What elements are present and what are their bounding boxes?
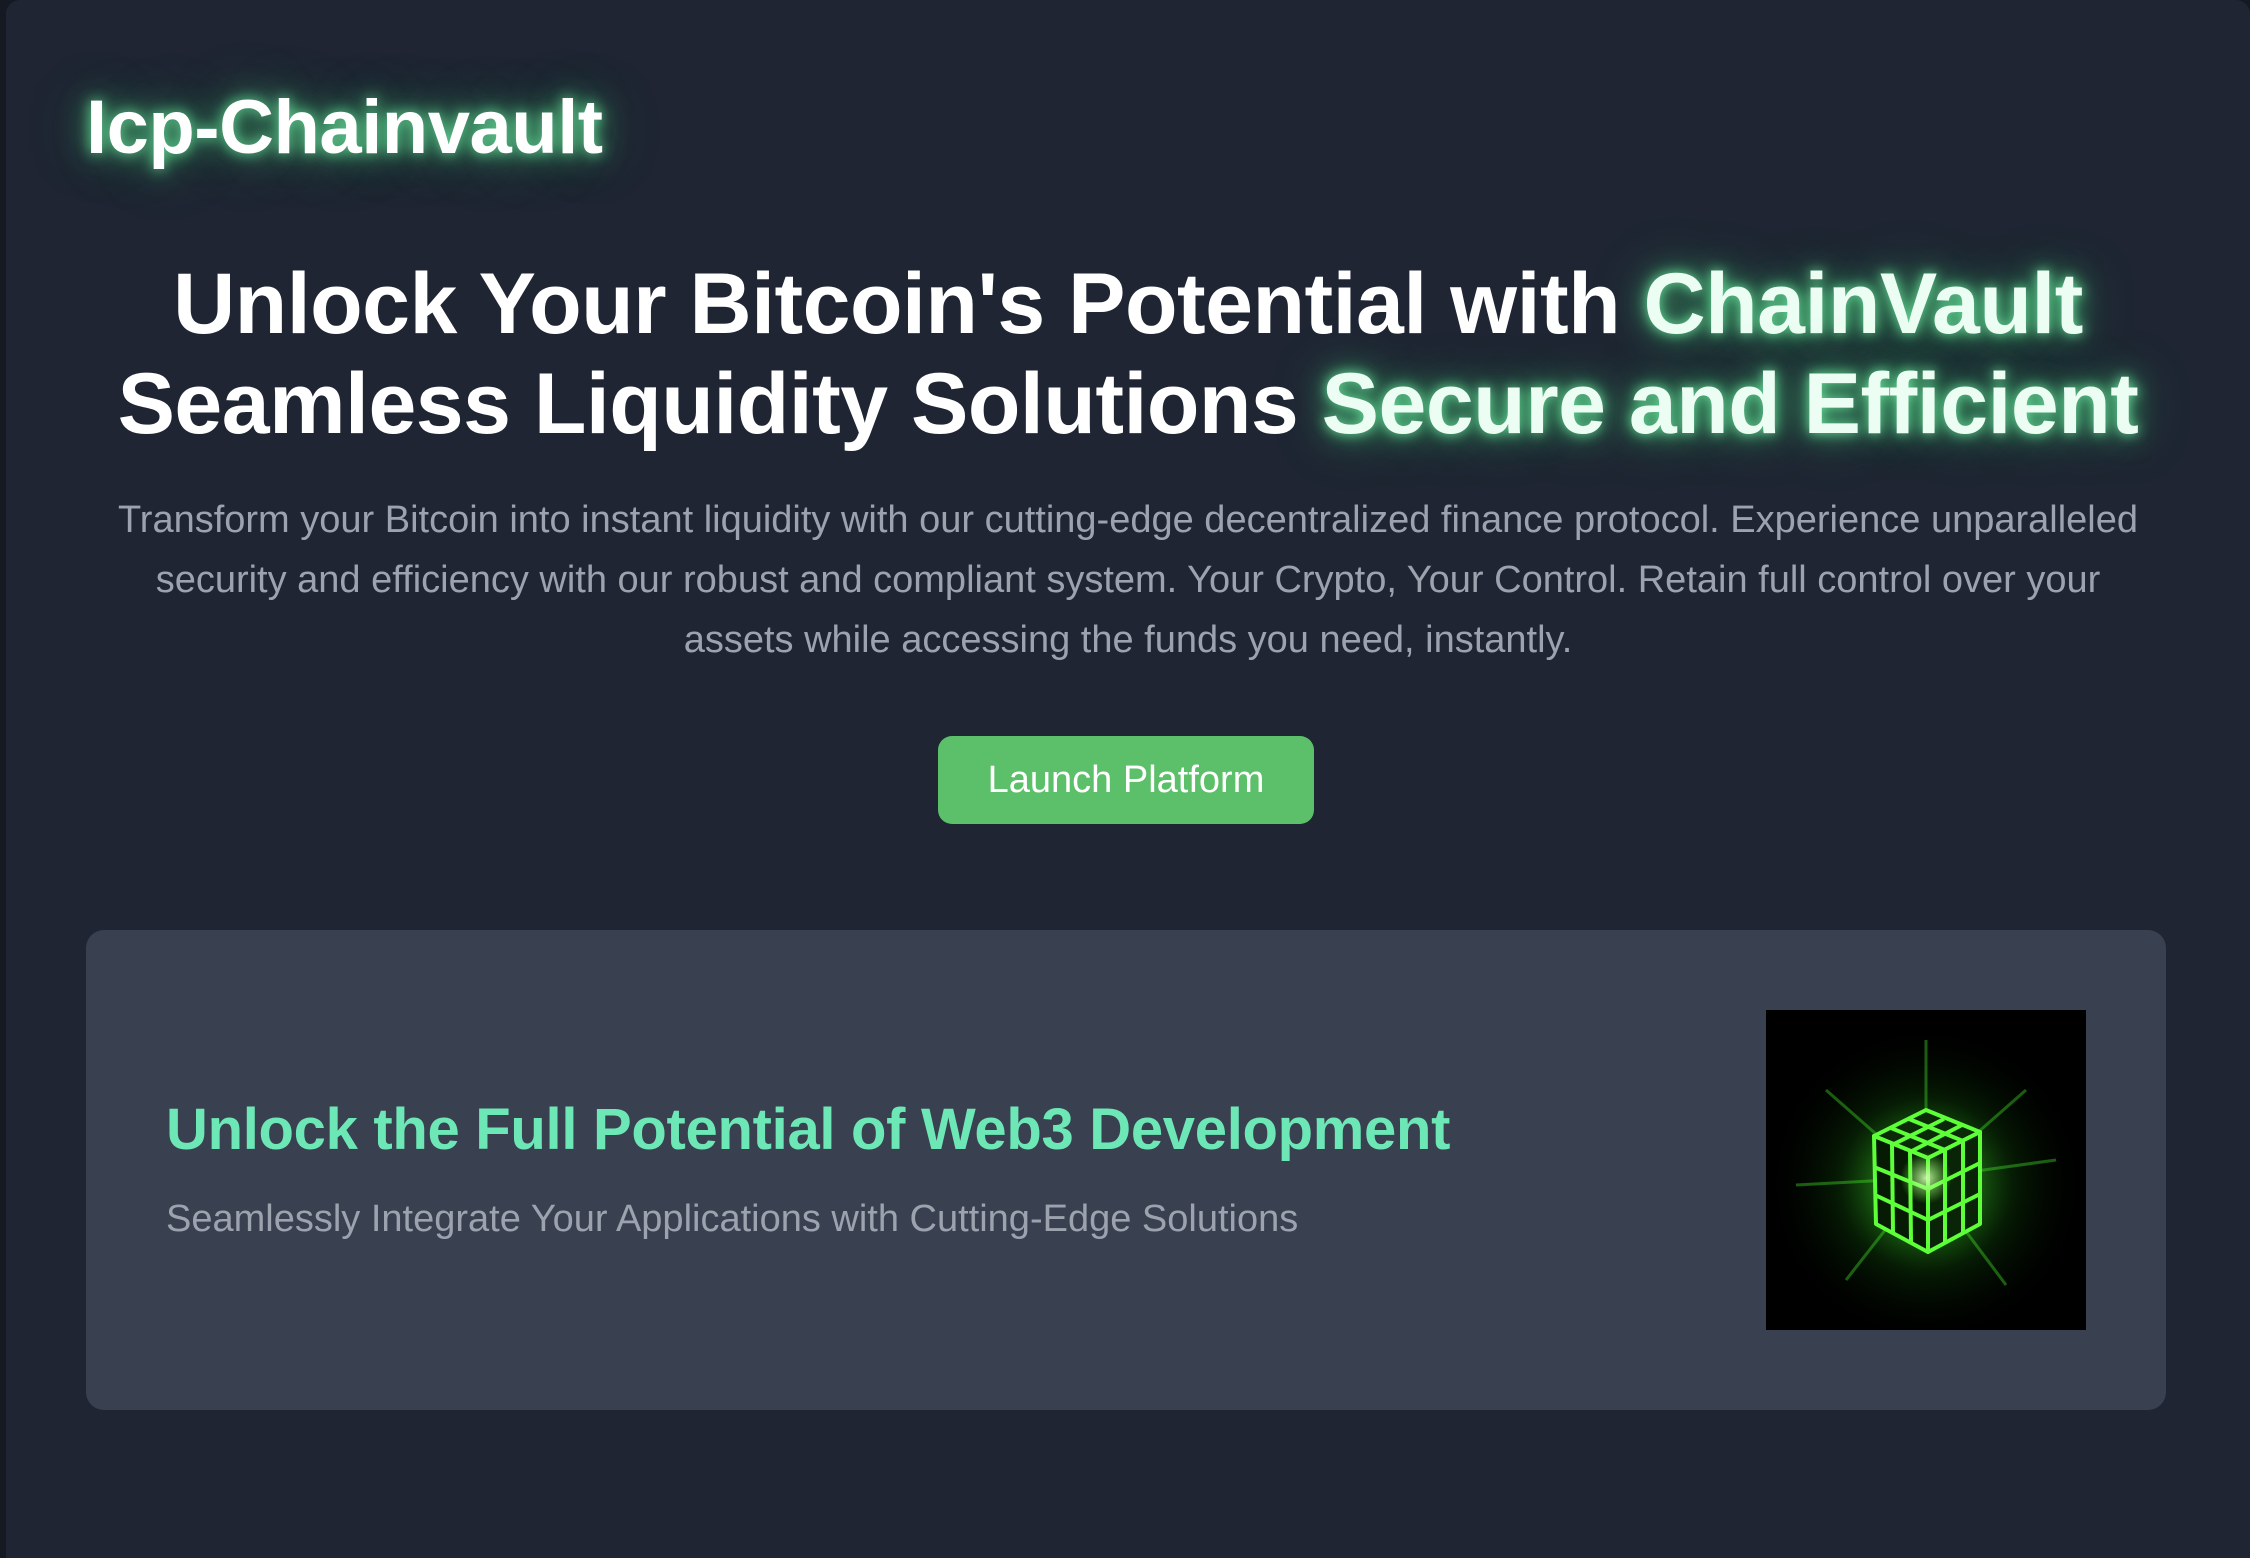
feature-card-title: Unlock the Full Potential of Web3 Develo… <box>166 1097 1451 1162</box>
hero-title-line1-text: Unlock Your Bitcoin's Potential with <box>173 256 1644 352</box>
feature-card-image <box>1766 1010 2086 1330</box>
hero-title-line2-text: Seamless Liquidity Solutions <box>117 356 1322 452</box>
hero-title-line2-highlight: Secure and Efficient <box>1321 356 2139 452</box>
brand-logo[interactable]: Icp-Chainvault <box>86 84 603 171</box>
feature-card: Unlock the Full Potential of Web3 Develo… <box>86 930 2166 1410</box>
launch-platform-button[interactable]: Launch Platform <box>938 736 1314 824</box>
hero-description: Transform your Bitcoin into instant liqu… <box>117 499 2139 661</box>
feature-card-subtitle: Seamlessly Integrate Your Applications w… <box>166 1198 1299 1240</box>
hero-title: Unlock Your Bitcoin's Potential with Cha… <box>6 254 2250 454</box>
glowing-cube-icon <box>1766 1010 2086 1330</box>
hero-title-line1-highlight: ChainVault <box>1643 256 2084 352</box>
landing-page: Icp-Chainvault Unlock Your Bitcoin's Pot… <box>6 0 2250 1558</box>
